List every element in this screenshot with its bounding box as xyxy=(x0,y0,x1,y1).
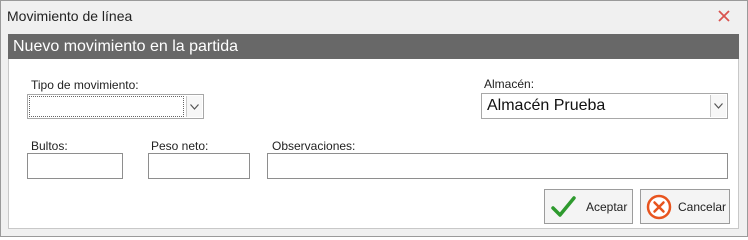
section-title: Nuevo movimiento en la partida xyxy=(13,38,239,55)
observaciones-input[interactable] xyxy=(267,153,728,179)
almacen-select[interactable]: Almacén Prueba xyxy=(481,93,728,119)
accept-label: Aceptar xyxy=(586,199,628,214)
section-header: Nuevo movimiento en la partida xyxy=(8,34,739,59)
peso-neto-label: Peso neto: xyxy=(151,139,209,153)
cancel-circle-icon xyxy=(646,194,672,219)
almacen-value: Almacén Prueba xyxy=(487,97,606,114)
tipo-movimiento-dropdown-button[interactable] xyxy=(186,96,202,117)
form-panel: Tipo de movimiento: Almacén: Almacén Pru… xyxy=(8,59,739,229)
close-icon xyxy=(718,10,730,22)
check-icon xyxy=(551,195,576,217)
close-button[interactable] xyxy=(701,1,747,31)
observaciones-label: Observaciones: xyxy=(272,139,356,153)
window-title: Movimiento de línea xyxy=(7,8,133,24)
cancel-button[interactable]: Cancelar xyxy=(640,189,730,224)
tipo-movimiento-select[interactable] xyxy=(27,94,204,119)
cancel-label: Cancelar xyxy=(678,199,727,214)
almacen-label: Almacén: xyxy=(484,77,535,91)
title-bar: Movimiento de línea xyxy=(1,1,747,31)
almacen-dropdown-button[interactable] xyxy=(710,95,726,117)
peso-neto-input[interactable] xyxy=(148,153,250,179)
dialog-window: Movimiento de línea Nuevo movimiento en … xyxy=(0,0,748,237)
tipo-movimiento-label: Tipo de movimiento: xyxy=(31,78,139,92)
bultos-label: Bultos: xyxy=(31,139,68,153)
focus-outline xyxy=(29,96,184,117)
chevron-down-icon xyxy=(714,103,723,109)
bultos-input[interactable] xyxy=(27,153,123,179)
accept-button[interactable]: Aceptar xyxy=(544,189,633,224)
chevron-down-icon xyxy=(190,103,199,110)
